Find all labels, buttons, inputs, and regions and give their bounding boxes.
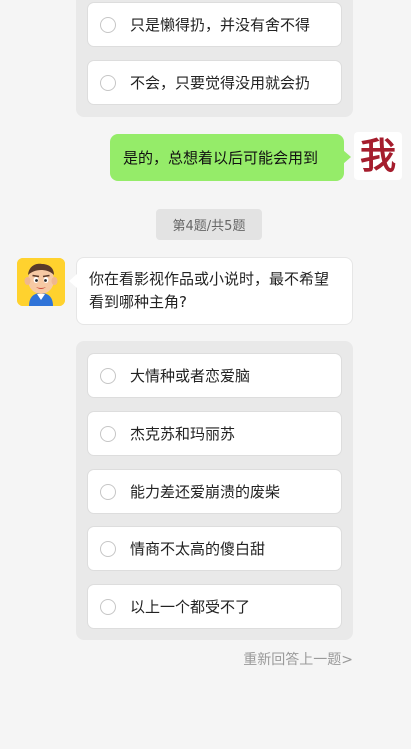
- option-5[interactable]: 以上一个都受不了: [87, 584, 342, 629]
- user-avatar: 我: [354, 132, 402, 180]
- option-label: 情商不太高的傻白甜: [130, 540, 266, 558]
- radio-circle-icon[interactable]: [100, 367, 116, 384]
- option-label: 只是懒得扔，并没有舍不得: [130, 16, 311, 34]
- bot-avatar: [17, 258, 65, 306]
- option-2[interactable]: 杰克苏和玛丽苏: [87, 411, 342, 456]
- radio-circle-icon[interactable]: [100, 16, 116, 33]
- option-prev-1[interactable]: 只是懒得扔，并没有舍不得: [87, 2, 342, 47]
- question-bubble: 你在看影视作品或小说时，最不希望看到哪种主角?: [69, 257, 353, 325]
- option-label: 以上一个都受不了: [130, 598, 251, 616]
- option-3[interactable]: 能力差还爱崩溃的废柴: [87, 469, 342, 514]
- redo-previous-question-link[interactable]: 重新回答上一题>: [243, 649, 353, 669]
- option-4[interactable]: 情商不太高的傻白甜: [87, 526, 342, 571]
- radio-circle-icon[interactable]: [100, 483, 116, 500]
- option-label: 杰克苏和玛丽苏: [130, 425, 236, 443]
- previous-options-card: 只是懒得扔，并没有舍不得 不会，只要觉得没用就会扔: [76, 0, 353, 117]
- user-reply-bubble: 是的，总想着以后可能会用到: [110, 134, 351, 181]
- user-avatar-text: 我: [359, 135, 396, 177]
- cartoon-boy-avatar-icon: [17, 258, 65, 306]
- options-card: 大情种或者恋爱脑 杰克苏和玛丽苏 能力差还爱崩溃的废柴 情商不太高的傻白甜 以上…: [76, 341, 353, 640]
- radio-circle-icon[interactable]: [100, 74, 116, 91]
- option-label: 能力差还爱崩溃的废柴: [130, 483, 281, 501]
- option-1[interactable]: 大情种或者恋爱脑: [87, 353, 342, 398]
- user-reply-text: 是的，总想着以后可能会用到: [123, 149, 319, 167]
- option-prev-2[interactable]: 不会，只要觉得没用就会扔: [87, 60, 342, 105]
- option-label: 不会，只要觉得没用就会扔: [130, 74, 311, 92]
- radio-circle-icon[interactable]: [100, 598, 116, 615]
- radio-circle-icon[interactable]: [100, 540, 116, 557]
- question-text: 你在看影视作品或小说时，最不希望看到哪种主角?: [89, 270, 330, 311]
- radio-circle-icon[interactable]: [100, 425, 116, 442]
- option-label: 大情种或者恋爱脑: [130, 367, 251, 385]
- question-progress-badge: 第4题/共5题: [156, 209, 262, 240]
